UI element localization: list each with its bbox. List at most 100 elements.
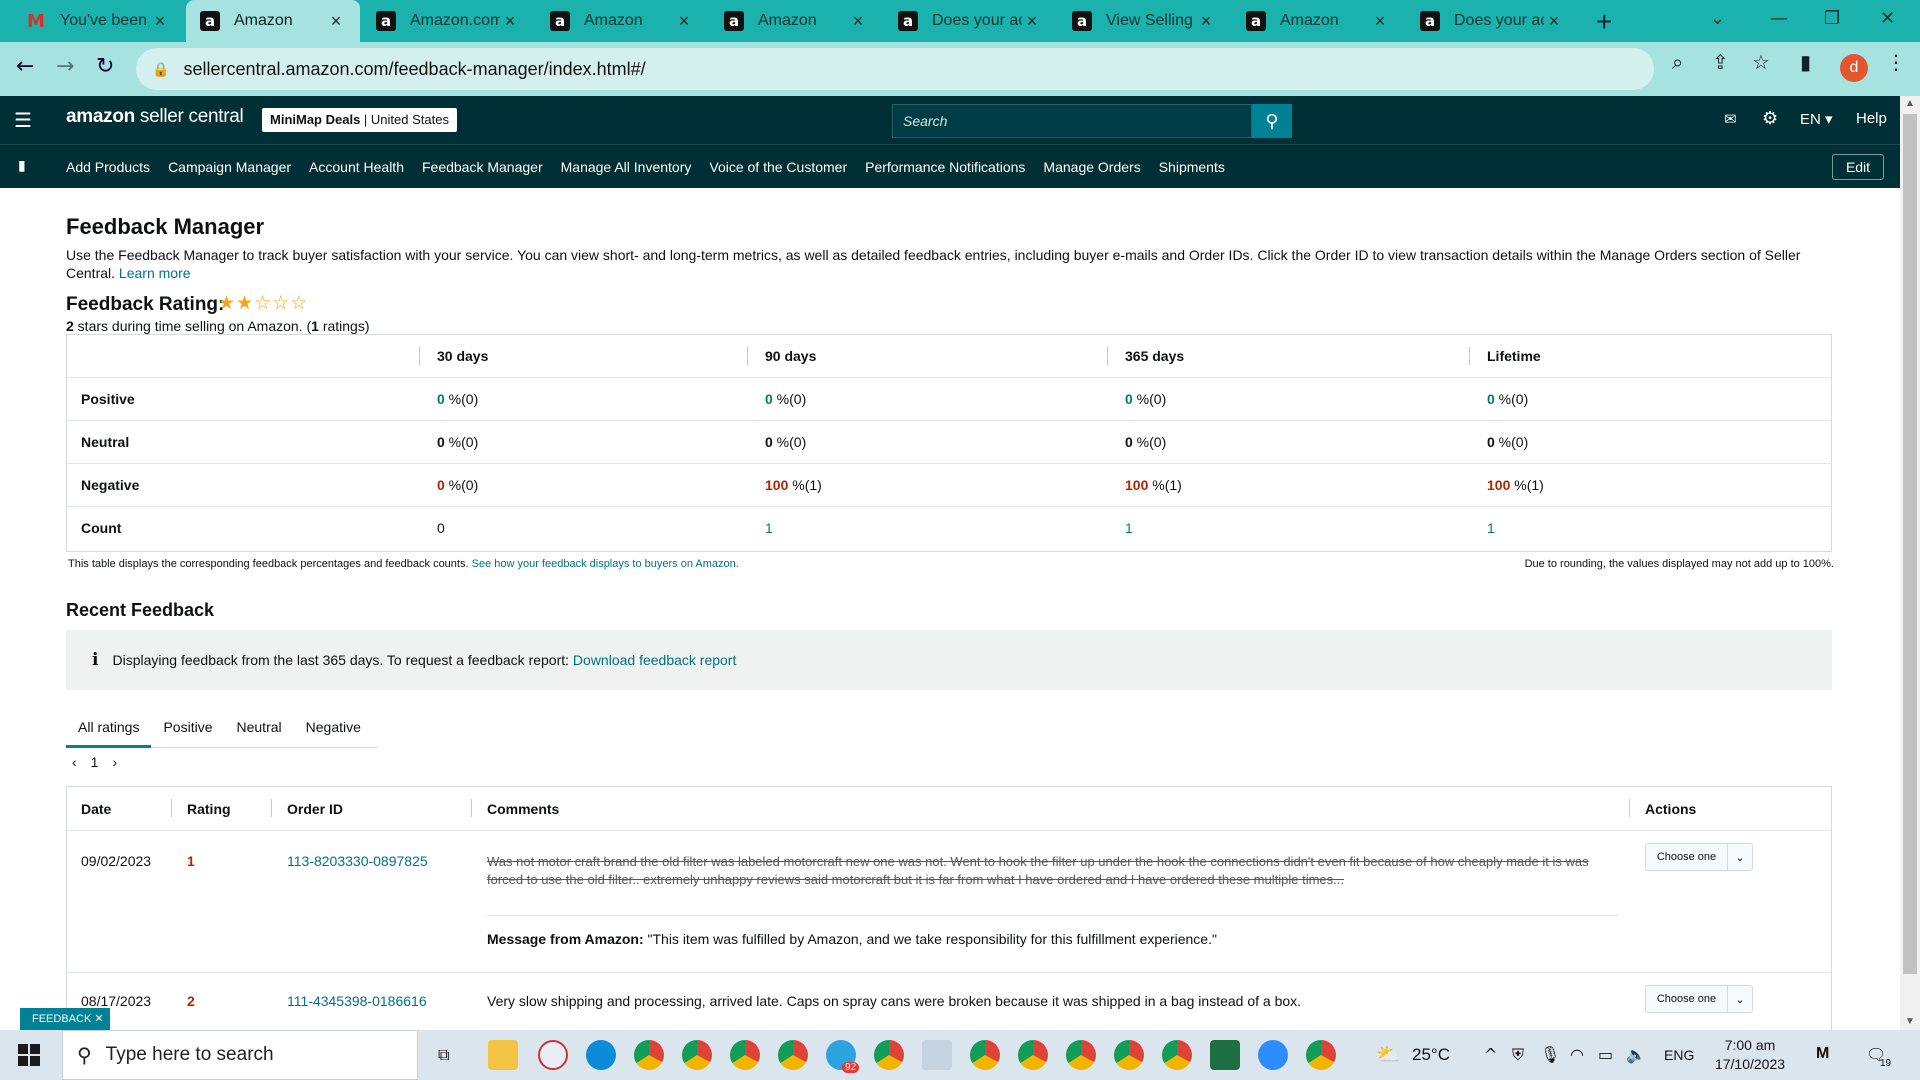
menu-kebab-icon[interactable]: ⋮ [1886, 50, 1906, 74]
nav-performance-notifications[interactable]: Performance Notifications [865, 159, 1025, 175]
close-icon[interactable]: × [674, 11, 694, 32]
bookmark-icon[interactable]: ▮ [18, 157, 26, 174]
action-dropdown[interactable]: Choose one ⌄ [1645, 985, 1753, 1013]
forward-arrow-icon[interactable]: → [56, 54, 74, 79]
chrome-icon[interactable] [1066, 1040, 1096, 1070]
chrome-icon[interactable] [778, 1040, 808, 1070]
reload-icon[interactable]: ↻ [96, 54, 114, 79]
search-input[interactable]: Search [892, 104, 1252, 138]
scroll-down-icon[interactable]: ▼ [1905, 1016, 1915, 1027]
browser-tab[interactable]: a Does your ac × [884, 0, 1056, 42]
tab-neutral[interactable]: Neutral [225, 706, 294, 748]
weather-temp[interactable]: 25°C [1412, 1045, 1450, 1065]
close-icon[interactable]: × [150, 11, 170, 32]
security-icon[interactable]: ⛨ [1512, 1045, 1524, 1065]
feedback-tab-button[interactable]: FEEDBACK ✕ [20, 1008, 110, 1030]
tab-negative[interactable]: Negative [294, 706, 373, 748]
chrome-icon[interactable] [1162, 1040, 1192, 1070]
tab-all-ratings[interactable]: All ratings [66, 706, 152, 748]
feedback-display-link[interactable]: See how your feedback displays to buyers… [472, 558, 739, 570]
minimize-icon[interactable]: — [1770, 8, 1788, 29]
chrome-icon[interactable] [1018, 1040, 1048, 1070]
count-cell[interactable]: 1 [1125, 520, 1133, 536]
chrome-icon[interactable] [970, 1040, 1000, 1070]
tab-search-chevron-icon[interactable]: ⌄ [1710, 8, 1725, 29]
hamburger-menu-icon[interactable]: ☰ [14, 108, 32, 133]
app-icon[interactable] [922, 1040, 952, 1070]
nav-account-health[interactable]: Account Health [309, 159, 404, 175]
wifi-icon[interactable]: ◠ [1570, 1045, 1584, 1064]
browser-tab[interactable]: a Amazon × [710, 0, 882, 42]
volume-icon[interactable]: 🔈 [1626, 1045, 1646, 1064]
count-cell[interactable]: 1 [1487, 520, 1495, 536]
system-clock[interactable]: 7:00 am 17/10/2023 [1710, 1036, 1790, 1074]
browser-tab[interactable]: a Amazon.com × [362, 0, 534, 42]
chrome-icon[interactable] [682, 1040, 712, 1070]
browser-tab[interactable]: a Amazon × [536, 0, 708, 42]
order-id-link[interactable]: 111-4345398-0186616 [287, 993, 427, 1009]
page-number[interactable]: 1 [91, 754, 99, 770]
browser-tab[interactable]: M You've been i × [12, 0, 184, 42]
nav-campaign-manager[interactable]: Campaign Manager [168, 159, 291, 175]
microphone-icon[interactable]: 🎙 [1540, 1045, 1560, 1064]
close-icon[interactable]: × [1196, 11, 1216, 32]
order-id-link[interactable]: 113-8203330-0897825 [287, 853, 428, 869]
windows-start-icon[interactable] [18, 1044, 40, 1066]
action-dropdown[interactable]: Choose one ⌄ [1645, 843, 1753, 871]
snipping-tool-icon[interactable] [538, 1040, 568, 1070]
edge-icon[interactable] [586, 1040, 616, 1070]
close-icon[interactable]: × [326, 11, 346, 32]
scroll-up-icon[interactable]: ▲ [1905, 98, 1915, 109]
side-panel-icon[interactable]: ▮ [1800, 50, 1811, 74]
bookmark-star-icon[interactable]: ☆ [1752, 50, 1770, 74]
edit-nav-button[interactable]: Edit [1832, 154, 1884, 180]
nav-voice-of-the-customer[interactable]: Voice of the Customer [709, 159, 847, 175]
count-cell[interactable]: 1 [765, 520, 773, 536]
help-link[interactable]: Help [1856, 110, 1887, 127]
browser-tab[interactable]: a View Selling / × [1058, 0, 1230, 42]
new-tab-plus-icon[interactable]: + [1596, 6, 1612, 38]
zoom-icon[interactable] [1258, 1040, 1288, 1070]
close-icon[interactable]: × [500, 11, 520, 32]
nav-manage-orders[interactable]: Manage Orders [1043, 159, 1140, 175]
close-icon[interactable]: × [1022, 11, 1042, 32]
chrome-icon[interactable] [730, 1040, 760, 1070]
language-selector[interactable]: EN ▾ [1800, 110, 1833, 128]
restore-icon[interactable]: ❐ [1824, 8, 1840, 29]
weather-icon[interactable]: ⛅ [1376, 1042, 1401, 1066]
page-scrollbar[interactable]: ▲ ▼ [1900, 96, 1920, 1030]
input-language[interactable]: ENG [1664, 1047, 1694, 1063]
address-bar[interactable]: 🔒 sellercentral.amazon.com/feedback-mana… [136, 48, 1654, 90]
browser-tab[interactable]: a Does your ac × [1406, 0, 1578, 42]
tab-positive[interactable]: Positive [151, 706, 224, 748]
download-feedback-report-link[interactable]: Download feedback report [573, 652, 736, 668]
nav-shipments[interactable]: Shipments [1159, 159, 1225, 175]
window-close-icon[interactable]: ✕ [1880, 8, 1895, 29]
browser-tab-active[interactable]: a Amazon × [186, 0, 360, 42]
close-icon[interactable]: ✕ [94, 1013, 103, 1025]
close-icon[interactable]: × [848, 11, 868, 32]
browser-tab[interactable]: a Amazon × [1232, 0, 1404, 42]
tray-chevron-icon[interactable]: ^ [1484, 1045, 1497, 1064]
share-icon[interactable]: ⇪ [1712, 50, 1729, 74]
chevron-right-icon[interactable]: › [112, 754, 117, 770]
back-arrow-icon[interactable]: ← [16, 54, 34, 79]
chrome-icon[interactable] [634, 1040, 664, 1070]
close-icon[interactable]: × [1544, 11, 1564, 32]
close-icon[interactable]: × [1370, 11, 1390, 32]
seller-central-logo[interactable]: amazon seller central [66, 106, 244, 128]
chrome-icon[interactable] [1306, 1040, 1336, 1070]
file-explorer-icon[interactable] [488, 1040, 518, 1070]
battery-icon[interactable]: ▭ [1598, 1045, 1613, 1064]
scrollbar-thumb[interactable] [1903, 114, 1917, 974]
mail-icon[interactable]: ✉ [1724, 110, 1737, 128]
search-button[interactable]: ⚲ [1252, 104, 1292, 138]
chrome-icon[interactable] [1114, 1040, 1144, 1070]
store-switcher[interactable]: MiniMap Deals | United States [262, 108, 457, 132]
learn-more-link[interactable]: Learn more [119, 265, 191, 281]
excel-icon[interactable] [1210, 1040, 1240, 1070]
nav-add-products[interactable]: Add Products [66, 159, 150, 175]
chrome-icon[interactable] [874, 1040, 904, 1070]
app-logo-icon[interactable]: M [1816, 1045, 1829, 1063]
zoom-icon[interactable]: ⌕ [1672, 50, 1683, 74]
